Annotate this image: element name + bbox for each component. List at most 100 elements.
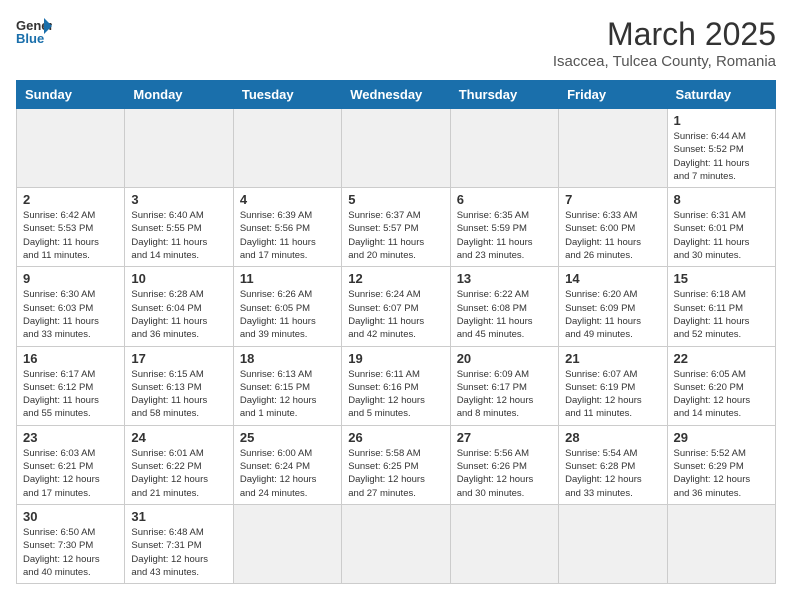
day-number: 8 <box>674 192 769 207</box>
week-row-2: 2 Sunrise: 6:42 AM Sunset: 5:53 PM Daylig… <box>17 188 776 267</box>
calendar-cell: 31Sunrise: 6:48 AM Sunset: 7:31 PM Dayli… <box>125 504 233 583</box>
day-number: 11 <box>240 271 335 286</box>
day-info: Sunrise: 6:42 AM Sunset: 5:53 PM Dayligh… <box>23 209 118 262</box>
day-info: Sunrise: 6:17 AM Sunset: 6:12 PM Dayligh… <box>23 368 118 421</box>
calendar-cell <box>342 109 450 188</box>
weekday-header-thursday: Thursday <box>450 81 558 109</box>
day-number: 17 <box>131 351 226 366</box>
day-number: 13 <box>457 271 552 286</box>
day-number: 18 <box>240 351 335 366</box>
day-number: 9 <box>23 271 118 286</box>
calendar-cell: 18Sunrise: 6:13 AM Sunset: 6:15 PM Dayli… <box>233 346 341 425</box>
calendar-cell: 2 Sunrise: 6:42 AM Sunset: 5:53 PM Daylig… <box>17 188 125 267</box>
day-number: 14 <box>565 271 660 286</box>
day-info: Sunrise: 5:54 AM Sunset: 6:28 PM Dayligh… <box>565 447 660 500</box>
weekday-header-wednesday: Wednesday <box>342 81 450 109</box>
day-number: 6 <box>457 192 552 207</box>
weekday-header-friday: Friday <box>559 81 667 109</box>
calendar-cell: 14Sunrise: 6:20 AM Sunset: 6:09 PM Dayli… <box>559 267 667 346</box>
calendar-cell: 23 Sunrise: 6:03 AM Sunset: 6:21 PM Dayli… <box>17 425 125 504</box>
calendar-cell: 10 Sunrise: 6:28 AM Sunset: 6:04 PM Dayli… <box>125 267 233 346</box>
day-number: 19 <box>348 351 443 366</box>
calendar-cell: 16Sunrise: 6:17 AM Sunset: 6:12 PM Dayli… <box>17 346 125 425</box>
day-number: 3 <box>131 192 226 207</box>
day-info: Sunrise: 6:28 AM Sunset: 6:04 PM Dayligh… <box>131 288 226 341</box>
day-info: Sunrise: 6:26 AM Sunset: 6:05 PM Dayligh… <box>240 288 335 341</box>
calendar-cell: 3 Sunrise: 6:40 AM Sunset: 5:55 PM Daylig… <box>125 188 233 267</box>
day-number: 15 <box>674 271 769 286</box>
calendar-cell <box>125 109 233 188</box>
calendar-cell: 6 Sunrise: 6:35 AM Sunset: 5:59 PM Daylig… <box>450 188 558 267</box>
day-info: Sunrise: 6:11 AM Sunset: 6:16 PM Dayligh… <box>348 368 443 421</box>
day-info: Sunrise: 6:18 AM Sunset: 6:11 PM Dayligh… <box>674 288 769 341</box>
month-title: March 2025 <box>553 16 776 53</box>
week-row-5: 23 Sunrise: 6:03 AM Sunset: 6:21 PM Dayli… <box>17 425 776 504</box>
calendar-cell: 13 Sunrise: 6:22 AM Sunset: 6:08 PM Dayli… <box>450 267 558 346</box>
calendar-cell: 20 Sunrise: 6:09 AM Sunset: 6:17 PM Dayli… <box>450 346 558 425</box>
calendar-cell <box>17 109 125 188</box>
calendar-cell: 26 Sunrise: 5:58 AM Sunset: 6:25 PM Dayli… <box>342 425 450 504</box>
calendar-cell <box>342 504 450 583</box>
calendar-cell: 15 Sunrise: 6:18 AM Sunset: 6:11 PM Dayli… <box>667 267 775 346</box>
day-number: 7 <box>565 192 660 207</box>
calendar-cell <box>559 504 667 583</box>
calendar-cell: 21Sunrise: 6:07 AM Sunset: 6:19 PM Dayli… <box>559 346 667 425</box>
weekday-header-sunday: Sunday <box>17 81 125 109</box>
calendar-cell: 7 Sunrise: 6:33 AM Sunset: 6:00 PM Daylig… <box>559 188 667 267</box>
calendar-cell: 9 Sunrise: 6:30 AM Sunset: 6:03 PM Daylig… <box>17 267 125 346</box>
day-info: Sunrise: 6:15 AM Sunset: 6:13 PM Dayligh… <box>131 368 226 421</box>
day-info: Sunrise: 6:30 AM Sunset: 6:03 PM Dayligh… <box>23 288 118 341</box>
week-row-4: 16Sunrise: 6:17 AM Sunset: 6:12 PM Dayli… <box>17 346 776 425</box>
calendar-cell: 28 Sunrise: 5:54 AM Sunset: 6:28 PM Dayli… <box>559 425 667 504</box>
day-number: 22 <box>674 351 769 366</box>
day-number: 23 <box>23 430 118 445</box>
day-number: 10 <box>131 271 226 286</box>
title-area: March 2025 Isaccea, Tulcea County, Roman… <box>553 16 776 70</box>
day-number: 21 <box>565 351 660 366</box>
weekday-header-monday: Monday <box>125 81 233 109</box>
day-number: 28 <box>565 430 660 445</box>
calendar-cell: 12 Sunrise: 6:24 AM Sunset: 6:07 PM Dayli… <box>342 267 450 346</box>
day-info: Sunrise: 6:35 AM Sunset: 5:59 PM Dayligh… <box>457 209 552 262</box>
calendar-cell: 19 Sunrise: 6:11 AM Sunset: 6:16 PM Dayli… <box>342 346 450 425</box>
calendar-cell <box>667 504 775 583</box>
day-info: Sunrise: 6:39 AM Sunset: 5:56 PM Dayligh… <box>240 209 335 262</box>
calendar-cell: 8 Sunrise: 6:31 AM Sunset: 6:01 PM Daylig… <box>667 188 775 267</box>
day-info: Sunrise: 6:33 AM Sunset: 6:00 PM Dayligh… <box>565 209 660 262</box>
weekday-header-saturday: Saturday <box>667 81 775 109</box>
day-number: 20 <box>457 351 552 366</box>
calendar-cell <box>233 109 341 188</box>
day-info: Sunrise: 5:58 AM Sunset: 6:25 PM Dayligh… <box>348 447 443 500</box>
logo: General Blue <box>16 16 52 46</box>
day-number: 25 <box>240 430 335 445</box>
day-number: 26 <box>348 430 443 445</box>
day-info: Sunrise: 6:31 AM Sunset: 6:01 PM Dayligh… <box>674 209 769 262</box>
logo-icon: General Blue <box>16 16 52 46</box>
day-number: 30 <box>23 509 118 524</box>
day-info: Sunrise: 5:52 AM Sunset: 6:29 PM Dayligh… <box>674 447 769 500</box>
calendar-cell: 30Sunrise: 6:50 AM Sunset: 7:30 PM Dayli… <box>17 504 125 583</box>
day-info: Sunrise: 6:05 AM Sunset: 6:20 PM Dayligh… <box>674 368 769 421</box>
day-info: Sunrise: 6:09 AM Sunset: 6:17 PM Dayligh… <box>457 368 552 421</box>
calendar-cell: 25Sunrise: 6:00 AM Sunset: 6:24 PM Dayli… <box>233 425 341 504</box>
weekday-header-row: SundayMondayTuesdayWednesdayThursdayFrid… <box>17 81 776 109</box>
day-number: 2 <box>23 192 118 207</box>
calendar-cell <box>450 109 558 188</box>
day-info: Sunrise: 6:24 AM Sunset: 6:07 PM Dayligh… <box>348 288 443 341</box>
day-info: Sunrise: 6:37 AM Sunset: 5:57 PM Dayligh… <box>348 209 443 262</box>
page-header: General Blue March 2025 Isaccea, Tulcea … <box>16 16 776 70</box>
day-number: 12 <box>348 271 443 286</box>
day-info: Sunrise: 6:01 AM Sunset: 6:22 PM Dayligh… <box>131 447 226 500</box>
calendar-cell: 29 Sunrise: 5:52 AM Sunset: 6:29 PM Dayli… <box>667 425 775 504</box>
weekday-header-tuesday: Tuesday <box>233 81 341 109</box>
location-subtitle: Isaccea, Tulcea County, Romania <box>553 53 776 70</box>
calendar-cell: 24Sunrise: 6:01 AM Sunset: 6:22 PM Dayli… <box>125 425 233 504</box>
calendar-cell <box>450 504 558 583</box>
day-info: Sunrise: 6:22 AM Sunset: 6:08 PM Dayligh… <box>457 288 552 341</box>
day-number: 29 <box>674 430 769 445</box>
day-info: Sunrise: 6:03 AM Sunset: 6:21 PM Dayligh… <box>23 447 118 500</box>
day-number: 4 <box>240 192 335 207</box>
day-info: Sunrise: 6:40 AM Sunset: 5:55 PM Dayligh… <box>131 209 226 262</box>
calendar-cell: 4 Sunrise: 6:39 AM Sunset: 5:56 PM Daylig… <box>233 188 341 267</box>
calendar-cell <box>233 504 341 583</box>
